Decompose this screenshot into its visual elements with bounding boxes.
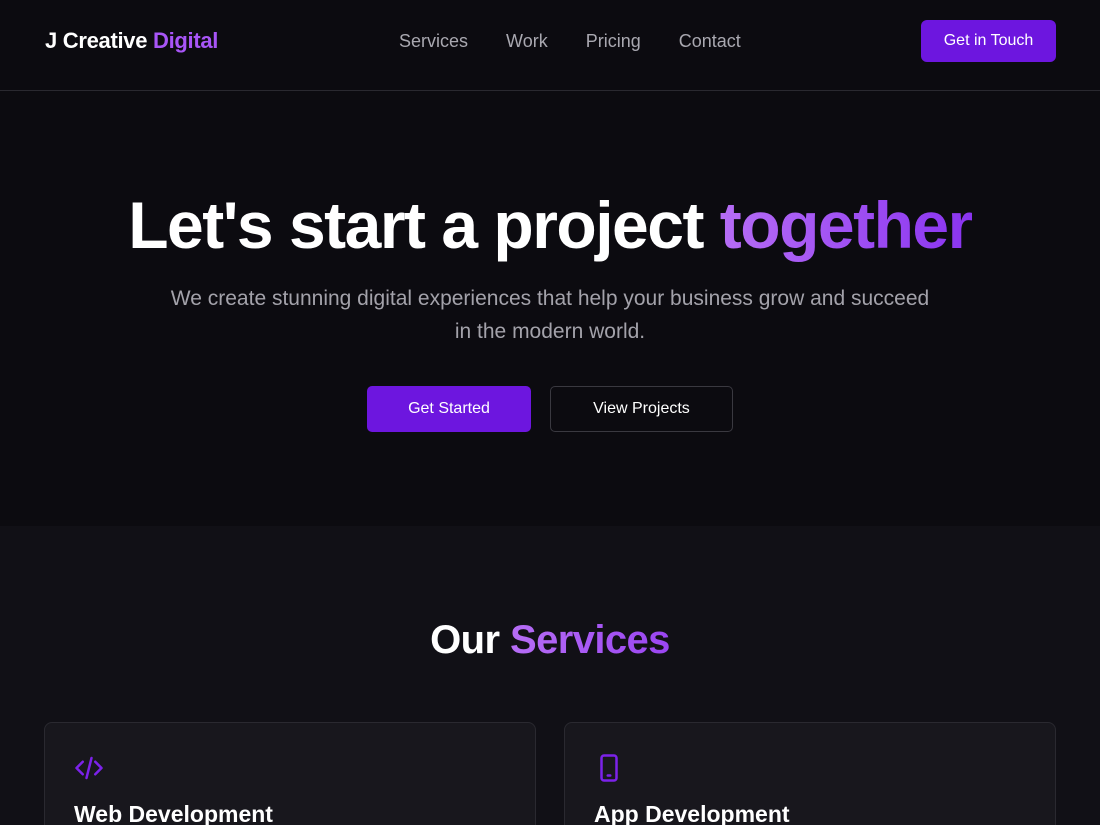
services-title-accent: Services [510,618,670,662]
get-in-touch-button[interactable]: Get in Touch [921,20,1056,62]
page: J Creative Digital Services Work Pricing… [0,0,1100,825]
nav-link-services[interactable]: Services [399,31,468,52]
smartphone-icon [594,753,624,783]
service-card-web-development[interactable]: Web Development [44,722,536,825]
service-card-title: App Development [594,801,790,825]
top-nav: J Creative Digital Services Work Pricing… [0,0,1100,91]
brand-name: J Creative [45,28,148,53]
services-title: Our Services [0,618,1100,663]
services-title-main: Our [430,618,500,662]
hero-subtitle: We create stunning digital experiences t… [170,287,930,343]
services-section: Our Services Web Development App Develop… [0,526,1100,825]
brand-logo[interactable]: J Creative Digital [45,28,218,54]
hero-title: Let's start a project together [0,185,1100,265]
brand-accent: Digital [153,28,219,53]
hero-section: Let's start a project together We create… [0,92,1100,526]
nav-link-contact[interactable]: Contact [679,31,741,52]
service-card-app-development[interactable]: App Development [564,722,1056,825]
service-card-title: Web Development [74,801,273,825]
nav-link-pricing[interactable]: Pricing [586,31,641,52]
get-started-button[interactable]: Get Started [367,386,531,432]
nav-link-work[interactable]: Work [506,31,548,52]
code-icon [74,753,104,783]
nav-links: Services Work Pricing Contact [399,31,741,52]
hero-title-main: Let's start a project [128,188,704,262]
hero-title-accent: together [719,188,974,262]
view-projects-button[interactable]: View Projects [550,386,733,432]
